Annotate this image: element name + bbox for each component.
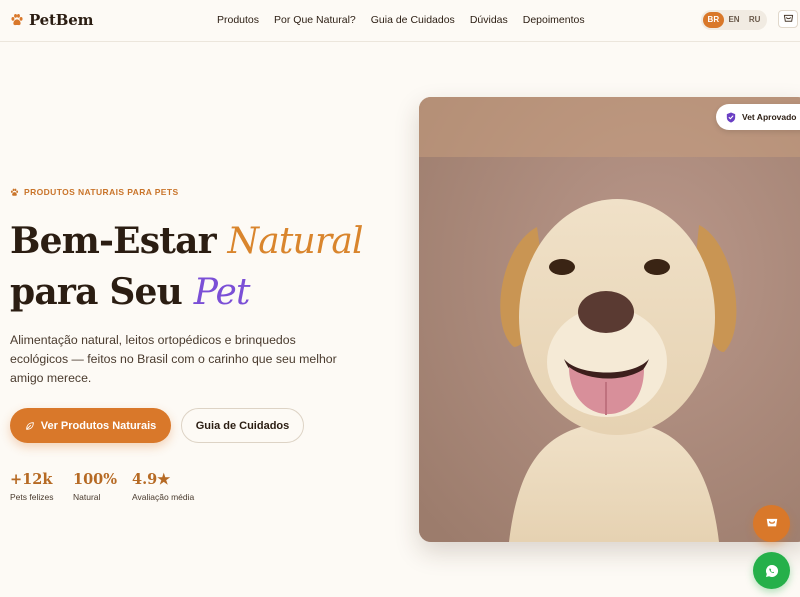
- title-accent-pet: Pet: [193, 272, 251, 313]
- stats-row: +12k Pets felizes 100% Natural 4.9★ Aval…: [10, 471, 212, 502]
- care-guide-label: Guia de Cuidados: [195, 419, 290, 432]
- stat-value: +12k: [10, 471, 53, 488]
- vet-approved-badge: Vet Aprovado: [716, 104, 800, 130]
- care-guide-button[interactable]: Guia de Cuidados: [181, 408, 304, 443]
- main-nav: Produtos Por Que Natural? Guia de Cuidad…: [217, 14, 585, 26]
- title-part-2: para Seu: [10, 271, 194, 313]
- nav-item-duvidas[interactable]: Dúvidas: [470, 14, 508, 26]
- stat-item: 100% Natural: [73, 471, 132, 502]
- stat-item: 4.9★ Avaliação média: [132, 471, 212, 502]
- shield-check-icon: [726, 112, 736, 122]
- dog-illustration: [419, 97, 800, 542]
- paw-icon: [10, 188, 19, 196]
- nav-item-por-que-natural[interactable]: Por Que Natural?: [274, 14, 356, 26]
- lang-option-ru[interactable]: RU: [744, 12, 765, 28]
- stat-value: 4.9★: [132, 471, 171, 488]
- floating-cart-button[interactable]: [753, 505, 790, 542]
- leaf-icon: [25, 421, 34, 430]
- cart-icon: [783, 14, 793, 22]
- language-switcher: BR EN RU: [701, 10, 767, 30]
- hero-dog-photo: [419, 97, 800, 542]
- nav-item-guia-de-cuidados[interactable]: Guia de Cuidados: [371, 14, 455, 26]
- paw-icon: [11, 14, 23, 26]
- stat-label: Avaliação média: [132, 492, 195, 502]
- hero-description: Alimentação natural, leitos ortopédicos …: [10, 333, 337, 385]
- title-accent-natural: Natural: [227, 221, 364, 262]
- nav-item-depoimentos[interactable]: Depoimentos: [523, 14, 585, 26]
- stat-value: 100%: [73, 471, 118, 488]
- whatsapp-chat-button[interactable]: [753, 552, 790, 589]
- cart-icon: [766, 518, 777, 527]
- title-part-1: Bem-Estar: [10, 220, 228, 262]
- stat-label: Pets felizes: [10, 492, 54, 502]
- site-header: PetBem Produtos Por Que Natural? Guia de…: [0, 0, 800, 42]
- view-products-label: Ver Produtos Naturais: [40, 419, 157, 432]
- lang-option-en[interactable]: EN: [724, 12, 745, 28]
- view-products-button[interactable]: Ver Produtos Naturais: [10, 408, 171, 443]
- badge-label: Vet Aprovado: [742, 112, 797, 122]
- logo[interactable]: PetBem: [10, 11, 93, 29]
- stat-item: +12k Pets felizes: [10, 471, 73, 502]
- stat-label: Natural: [73, 492, 101, 502]
- eyebrow-text: PRODUTOS NATURAIS PARA PETS: [24, 187, 179, 197]
- cart-button[interactable]: [778, 10, 798, 28]
- whatsapp-icon: [765, 564, 778, 577]
- hero-title: Bem-Estar Natural para Seu Pet: [10, 216, 390, 318]
- brand-name: PetBem: [29, 11, 94, 29]
- nav-item-produtos[interactable]: Produtos: [217, 14, 259, 26]
- lang-option-br[interactable]: BR: [703, 12, 724, 28]
- hero-eyebrow: PRODUTOS NATURAIS PARA PETS: [10, 187, 179, 197]
